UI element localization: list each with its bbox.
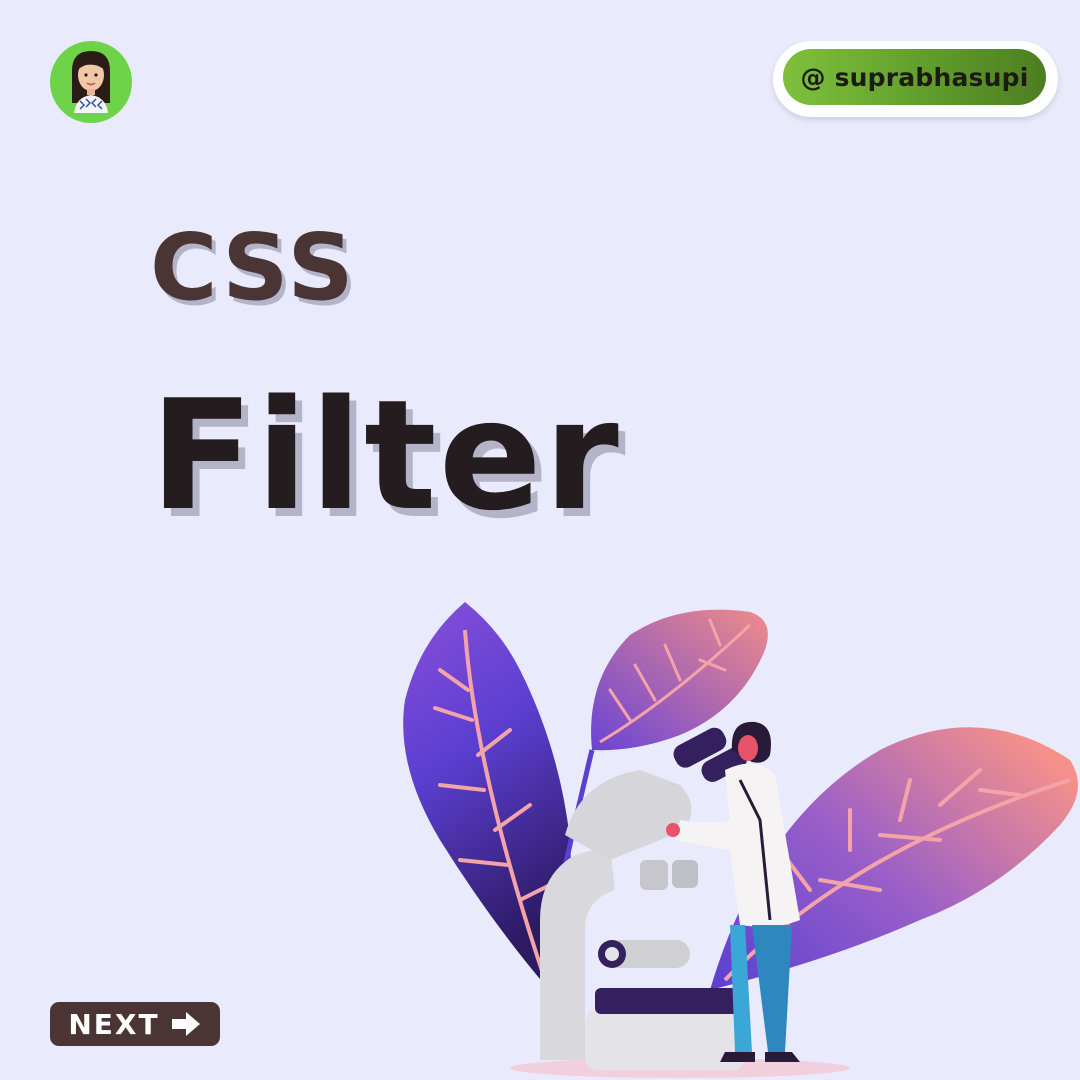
- avatar: [50, 41, 132, 123]
- arrow-right-icon: [171, 1012, 200, 1036]
- handle-badge: @ suprabhasupi: [773, 41, 1058, 117]
- next-button[interactable]: NEXT: [50, 1002, 220, 1046]
- handle-pill: @ suprabhasupi: [783, 49, 1046, 105]
- microscope: [540, 727, 748, 1070]
- next-label: NEXT: [68, 1007, 160, 1041]
- title-line-css: CSS: [150, 214, 357, 321]
- title-line-filter: Filter: [150, 367, 621, 544]
- scientist-microscope-illustration: [403, 602, 1078, 1078]
- handle-text: @ suprabhasupi: [800, 62, 1029, 92]
- avatar-portrait-icon: [72, 51, 110, 113]
